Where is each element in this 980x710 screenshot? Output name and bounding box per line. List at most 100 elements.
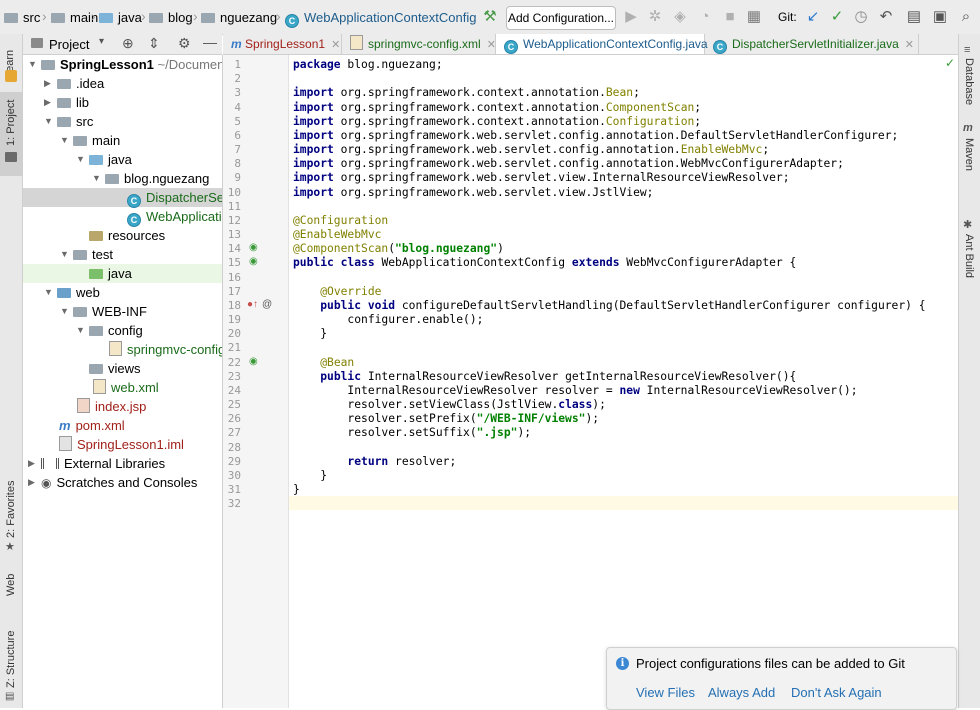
tree-row[interactable]: ▼ test: [23, 245, 222, 264]
dont-ask-again-link[interactable]: Don't Ask Again: [791, 685, 882, 700]
terminal-icon[interactable]: ▣: [932, 9, 948, 25]
favorites-tool-tab[interactable]: 2: Favorites: [5, 481, 17, 538]
git-history-icon[interactable]: ◷: [853, 9, 869, 25]
breadcrumb-nguezang[interactable]: nguezang: [201, 10, 277, 25]
expand-arrow-icon[interactable]: ▼: [44, 112, 53, 131]
tree-row[interactable]: ▼ config: [23, 321, 222, 340]
close-icon[interactable]: ✕: [905, 39, 914, 51]
bean-gutter-icon[interactable]: ◉: [249, 356, 258, 367]
tree-row-root[interactable]: ▼ SpringLesson1 ~/Documents: [23, 55, 222, 74]
inspection-ok-icon[interactable]: ✓: [945, 56, 955, 70]
bean-gutter-icon[interactable]: ◉: [249, 256, 258, 267]
tree-row-selected[interactable]: CDispatcherServletInitializer: [23, 188, 222, 208]
expand-arrow-icon[interactable]: ▼: [60, 245, 69, 264]
settings-icon[interactable]: ▤: [906, 9, 922, 25]
search-icon[interactable]: ⌕: [958, 9, 974, 25]
code-editor[interactable]: package blog.nguezang; import org.springf…: [289, 55, 958, 708]
expand-arrow-icon[interactable]: ▼: [28, 55, 37, 74]
build-hammer-icon[interactable]: ⚒: [482, 9, 498, 25]
breadcrumb-src[interactable]: src: [4, 10, 40, 25]
close-icon[interactable]: ✕: [487, 39, 496, 51]
tree-row[interactable]: views: [23, 359, 222, 378]
breadcrumb-blog[interactable]: blog: [149, 10, 193, 25]
tree-row[interactable]: ▼ blog.nguezang: [23, 169, 222, 188]
git-commit-icon[interactable]: ✓: [829, 9, 845, 25]
code-line: package blog.nguezang;: [293, 58, 443, 71]
tree-row[interactable]: ▼ java: [23, 150, 222, 169]
iml-file-icon: [59, 436, 72, 451]
tree-row[interactable]: resources: [23, 226, 222, 245]
expand-arrow-icon[interactable]: ▼: [92, 169, 101, 188]
tree-row[interactable]: ▼ WEB-INF: [23, 302, 222, 321]
tab-springlesson1[interactable]: m SpringLesson1 ✕: [223, 34, 342, 54]
database-tool-tab[interactable]: Database: [963, 58, 975, 105]
tab-dispatcherservletinitializer[interactable]: C DispatcherServletInitializer.java ✕: [705, 34, 919, 54]
bean-gutter-icon[interactable]: ◉: [249, 242, 258, 253]
breadcrumb-class[interactable]: C WebApplicationContextConfig: [285, 10, 476, 28]
editor-gutter: 1 2 3 4 5 6 7 8 9 10 11 12 13 14 15 16 17 18 19 20 21 22 23 24 2…: [223, 55, 289, 708]
tree-row[interactable]: ▶ ◉ Scratches and Consoles: [23, 473, 222, 492]
collapse-arrow-icon[interactable]: ▶: [28, 473, 35, 492]
tree-row[interactable]: CWebApplicationContextConfig: [23, 207, 222, 227]
view-files-link[interactable]: View Files: [636, 685, 695, 700]
tree-row[interactable]: ▼ src: [23, 112, 222, 131]
tab-webapplicationcontextconfig[interactable]: CWebApplicationContextConfig.java✕: [496, 34, 723, 54]
code-line: import org.springframework.context.annot…: [293, 100, 702, 114]
tree-row[interactable]: springmvc-config.xml: [23, 340, 222, 359]
run-icon[interactable]: ▶: [623, 9, 639, 25]
tree-row[interactable]: ▶ .idea: [23, 74, 222, 93]
tree-row[interactable]: ▶ External Libraries: [23, 454, 222, 473]
breadcrumb-java[interactable]: java: [99, 10, 142, 25]
close-icon[interactable]: ✕: [331, 39, 340, 51]
annotation-gutter-icon[interactable]: @: [262, 299, 272, 310]
code-line: import org.springframework.web.servlet.v…: [293, 185, 654, 199]
structure-tool-tab[interactable]: Z: Structure: [5, 631, 17, 688]
gear-icon[interactable]: ⚙: [178, 35, 191, 52]
tree-row[interactable]: java: [23, 264, 222, 283]
tree-row[interactable]: ▼ main: [23, 131, 222, 150]
minimize-icon[interactable]: —: [203, 34, 217, 50]
add-configuration-button[interactable]: Add Configuration...: [506, 6, 616, 30]
collapse-arrow-icon[interactable]: ▶: [44, 74, 51, 93]
collapse-arrow-icon[interactable]: ▶: [28, 454, 35, 473]
override-gutter-icon[interactable]: ●↑: [247, 299, 258, 310]
tree-row[interactable]: index.jsp: [23, 397, 222, 416]
git-rollback-icon[interactable]: ↶: [878, 9, 894, 25]
stop-icon[interactable]: ■: [722, 9, 738, 25]
collapse-all-icon[interactable]: ⇕: [148, 35, 160, 52]
project-view-selector[interactable]: Project: [49, 37, 89, 52]
database-icon: ≡: [964, 44, 971, 56]
tree-row[interactable]: SpringLesson1.iml: [23, 435, 222, 454]
always-add-link[interactable]: Always Add: [708, 685, 775, 700]
ant-build-tool-tab[interactable]: Ant Build: [963, 234, 975, 278]
line-number: 15: [227, 256, 241, 270]
tree-row[interactable]: ▼ web: [23, 283, 222, 302]
expand-arrow-icon[interactable]: ▼: [60, 302, 69, 321]
line-number: 2: [234, 72, 241, 86]
code-line: resolver.setViewClass(JstlView.class);: [293, 398, 606, 412]
expand-arrow-icon[interactable]: ▼: [44, 283, 53, 302]
project-tool-tab[interactable]: 1: Project: [5, 100, 17, 146]
chevron-down-icon[interactable]: ▾: [99, 36, 104, 47]
editor-tabs: m SpringLesson1 ✕ springmvc-config.xml ✕ C…: [223, 34, 958, 55]
tree-row[interactable]: web.xml: [23, 378, 222, 397]
collapse-arrow-icon[interactable]: ▶: [44, 93, 51, 112]
coverage-icon[interactable]: ◈: [672, 9, 688, 25]
debug-icon[interactable]: ✲: [647, 9, 663, 25]
chevron-right-icon: ›: [276, 8, 281, 24]
locate-icon[interactable]: ⊕: [122, 35, 134, 52]
expand-arrow-icon[interactable]: ▼: [76, 321, 85, 340]
class-icon: C: [127, 194, 141, 208]
tree-row[interactable]: m pom.xml: [23, 416, 222, 435]
expand-arrow-icon[interactable]: ▼: [76, 150, 85, 169]
tree-row[interactable]: ▶ lib: [23, 93, 222, 112]
expand-arrow-icon[interactable]: ▼: [60, 131, 69, 150]
maven-tool-tab[interactable]: Maven: [963, 138, 975, 171]
project-structure-icon[interactable]: ▦: [746, 9, 762, 25]
tab-springmvc-config[interactable]: springmvc-config.xml ✕: [342, 34, 496, 54]
profile-icon[interactable]: ◔: [697, 9, 713, 25]
git-update-icon[interactable]: ↙: [805, 9, 821, 25]
folder-icon: [57, 79, 71, 89]
web-tool-tab[interactable]: Web: [5, 574, 17, 596]
line-number: 28: [227, 440, 241, 454]
